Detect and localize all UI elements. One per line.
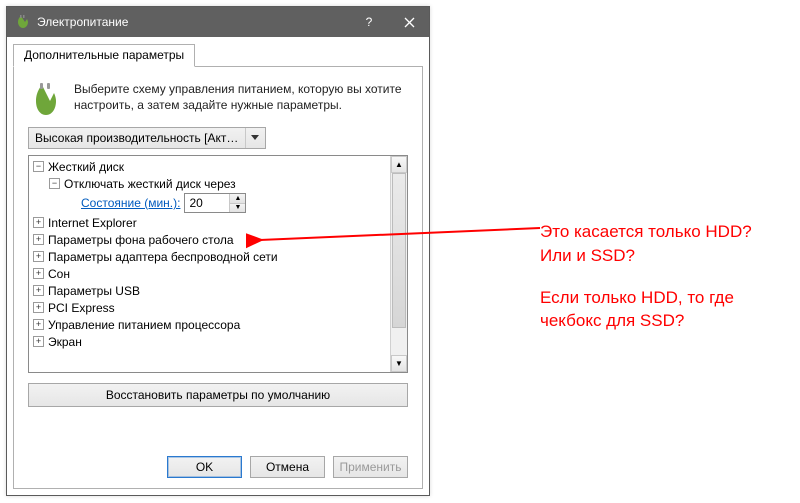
intro-text: Выберите схему управления питанием, кото… [74,81,408,117]
tree-item-sleep[interactable]: + Сон [33,265,388,282]
tree-item-state: Состояние (мин.): ▲ ▼ [33,193,388,213]
tree-item-pci[interactable]: + PCI Express [33,299,388,316]
expand-icon[interactable]: + [33,319,44,330]
tab-panel: Выберите схему управления питанием, кото… [13,66,423,489]
annotation-line: Если только HDD, то где [540,286,752,310]
tree-label: Экран [48,335,82,349]
tree-label: Сон [48,267,70,281]
titlebar: Электропитание ? [7,7,429,37]
expand-icon[interactable]: + [33,234,44,245]
state-input[interactable] [185,194,229,212]
power-options-window: Электропитание ? Дополнительные параметр… [6,6,430,496]
tree-label: Управление питанием процессора [48,318,240,332]
expand-icon[interactable]: + [33,285,44,296]
apply-button[interactable]: Применить [333,456,408,478]
spinner-up[interactable]: ▲ [230,194,245,204]
tree-item-desktop-bg[interactable]: + Параметры фона рабочего стола [33,231,388,248]
tree-label: Параметры USB [48,284,140,298]
tree-item-cpu[interactable]: + Управление питанием процессора [33,316,388,333]
annotation-text: Это касается только HDD? Или и SSD? Если… [540,220,752,351]
cancel-button[interactable]: Отмена [250,456,325,478]
tree-label: Жесткий диск [48,160,124,174]
expand-icon[interactable]: + [33,217,44,228]
restore-defaults-button[interactable]: Восстановить параметры по умолчанию [28,383,408,407]
vertical-scrollbar[interactable]: ▲ ▼ [390,156,407,372]
svg-text:?: ? [366,16,373,28]
collapse-icon[interactable]: − [49,178,60,189]
power-plan-icon [15,14,31,30]
tree-label: PCI Express [48,301,115,315]
cancel-label: Отмена [266,460,309,474]
tree-item-ie[interactable]: + Internet Explorer [33,214,388,231]
apply-label: Применить [339,460,401,474]
spinner-down[interactable]: ▼ [230,204,245,213]
dialog-footer: OK Отмена Применить [28,442,408,478]
tree-label: Параметры адаптера беспроводной сети [48,250,278,264]
tab-advanced-settings[interactable]: Дополнительные параметры [13,44,195,67]
battery-icon [28,81,64,117]
help-button[interactable]: ? [349,7,389,37]
tree-scroll-area[interactable]: − Жесткий диск − Отключать жесткий диск … [29,156,390,372]
tree-item-hard-disk[interactable]: − Жесткий диск [33,158,388,175]
scroll-up-icon[interactable]: ▲ [391,156,407,173]
tree-label: Internet Explorer [48,216,137,230]
expand-icon[interactable]: + [33,302,44,313]
state-label[interactable]: Состояние (мин.): [81,196,180,210]
ok-button[interactable]: OK [167,456,242,478]
tree-item-usb[interactable]: + Параметры USB [33,282,388,299]
spinner-buttons: ▲ ▼ [229,194,245,212]
annotation-line: Или и SSD? [540,244,752,268]
tree-item-turn-off-hdd[interactable]: − Отключать жесткий диск через [33,175,388,192]
state-spinner[interactable]: ▲ ▼ [184,193,246,213]
tabstrip: Дополнительные параметры [7,37,429,67]
ok-label: OK [196,460,213,474]
annotation-line: чекбокс для SSD? [540,309,752,333]
window-title: Электропитание [37,15,349,29]
tree-label: Параметры фона рабочего стола [48,233,234,247]
tree-label: Отключать жесткий диск через [64,177,236,191]
collapse-icon[interactable]: − [33,161,44,172]
chevron-down-icon [245,128,263,148]
settings-tree: − Жесткий диск − Отключать жесткий диск … [28,155,408,373]
scroll-down-icon[interactable]: ▼ [391,355,407,372]
intro-block: Выберите схему управления питанием, кото… [28,81,408,117]
power-plan-selected: Высокая производительность [Активен [35,131,245,145]
annotation-line: Это касается только HDD? [540,220,752,244]
scroll-track[interactable] [391,173,407,355]
expand-icon[interactable]: + [33,336,44,347]
scroll-thumb[interactable] [392,173,406,328]
expand-icon[interactable]: + [33,251,44,262]
close-button[interactable] [389,7,429,37]
power-plan-dropdown[interactable]: Высокая производительность [Активен [28,127,266,149]
expand-icon[interactable]: + [33,268,44,279]
restore-defaults-label: Восстановить параметры по умолчанию [106,388,330,402]
tree-item-wireless[interactable]: + Параметры адаптера беспроводной сети [33,248,388,265]
tree-item-display[interactable]: + Экран [33,333,388,350]
